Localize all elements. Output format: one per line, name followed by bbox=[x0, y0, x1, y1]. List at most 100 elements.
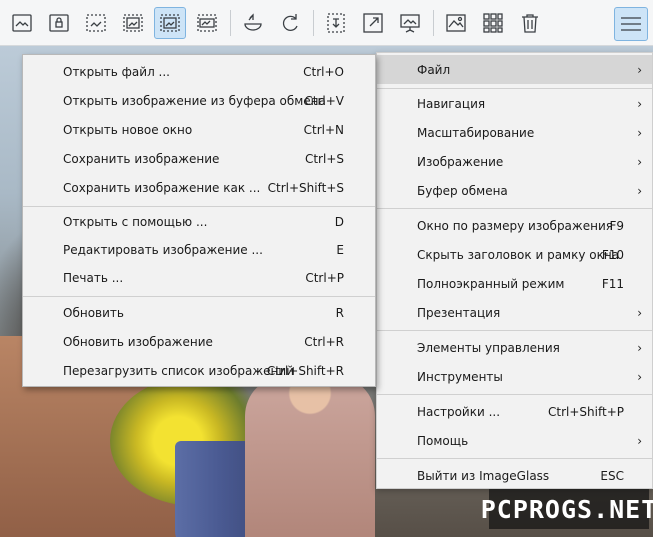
chevron-right-icon: › bbox=[637, 340, 642, 355]
menu-item-reload-image[interactable]: Обновить изображение Ctrl+R bbox=[23, 327, 375, 356]
menu-item-save[interactable]: Сохранить изображение Ctrl+S bbox=[23, 144, 375, 173]
slideshow-icon bbox=[400, 13, 420, 33]
lock-zoom-icon bbox=[49, 13, 69, 32]
checkerboard-icon bbox=[327, 12, 345, 33]
menu-item-exit[interactable]: Выйти из ImageGlass ESC bbox=[377, 461, 652, 490]
menu-item-image[interactable]: Изображение › bbox=[377, 147, 652, 176]
rotate-left-button[interactable] bbox=[237, 7, 269, 39]
menu-item-label: Обновить bbox=[63, 305, 124, 320]
auto-zoom-icon bbox=[86, 13, 106, 32]
slideshow-button[interactable] bbox=[394, 7, 426, 39]
menu-item-zoom[interactable]: Масштабирование › bbox=[377, 118, 652, 147]
menu-item-open-with[interactable]: Открыть с помощью ... D bbox=[23, 207, 375, 236]
menu-item-settings[interactable]: Настройки ... Ctrl+Shift+P bbox=[377, 397, 652, 426]
menu-item-label: Масштабирование bbox=[417, 125, 535, 140]
menu-item-shortcut: F10 bbox=[601, 247, 624, 262]
rotate-right-button[interactable] bbox=[274, 7, 306, 39]
menu-item-label: Сохранить изображение bbox=[63, 151, 220, 166]
main-menu-button[interactable] bbox=[614, 7, 648, 41]
menu-item-label: Открыть с помощью ... bbox=[63, 214, 208, 229]
menu-item-reload-list[interactable]: Перезагрузить список изображений Ctrl+Sh… bbox=[23, 356, 375, 385]
menu-item-label: Помощь bbox=[417, 433, 469, 448]
menu-item-label: Открыть файл ... bbox=[63, 64, 170, 79]
menu-item-label: Файл bbox=[417, 62, 451, 77]
thumbnail-icon bbox=[446, 13, 466, 32]
chevron-right-icon: › bbox=[637, 305, 642, 320]
thumbnail-button[interactable] bbox=[440, 7, 472, 39]
menu-item-shortcut: Ctrl+Shift+R bbox=[266, 363, 344, 378]
menu-item-shortcut: Ctrl+S bbox=[304, 151, 344, 166]
hamburger-menu-icon bbox=[621, 17, 641, 31]
toolbar-separator bbox=[313, 9, 314, 36]
chevron-right-icon: › bbox=[637, 369, 642, 384]
menu-item-label: Скрыть заголовок и рамку окна bbox=[417, 247, 620, 262]
auto-zoom-button[interactable] bbox=[80, 7, 112, 39]
menu-item-label: Обновить изображение bbox=[63, 334, 213, 349]
scale-to-width-icon bbox=[123, 13, 143, 32]
lock-zoom-button[interactable] bbox=[43, 7, 75, 39]
menu-item-frameless[interactable]: Скрыть заголовок и рамку окна F10 bbox=[377, 240, 652, 269]
menu-item-shortcut: R bbox=[335, 305, 344, 320]
menu-item-window-fit[interactable]: Окно по размеру изображения F9 bbox=[377, 211, 652, 240]
menu-item-shortcut: Ctrl+N bbox=[303, 122, 344, 137]
menu-item-navigation[interactable]: Навигация › bbox=[377, 89, 652, 118]
menu-item-save-as[interactable]: Сохранить изображение как ... Ctrl+Shift… bbox=[23, 173, 375, 202]
menu-separator bbox=[377, 458, 652, 459]
menu-item-label: Изображение bbox=[417, 154, 504, 169]
menu-item-shortcut: Ctrl+R bbox=[304, 334, 344, 349]
menu-item-shortcut: Ctrl+Shift+P bbox=[548, 404, 624, 419]
scale-to-width-button[interactable] bbox=[117, 7, 149, 39]
gallery-button[interactable] bbox=[477, 7, 509, 39]
scale-to-fill-icon bbox=[197, 13, 217, 32]
fullscreen-icon bbox=[363, 12, 383, 33]
menu-item-shortcut: Ctrl+Shift+S bbox=[267, 180, 344, 195]
delete-button[interactable] bbox=[514, 7, 546, 39]
menu-item-label: Инструменты bbox=[417, 369, 503, 384]
menu-item-new-window[interactable]: Открыть новое окно Ctrl+N bbox=[23, 115, 375, 144]
photo-person bbox=[245, 376, 375, 537]
checkerboard-button[interactable] bbox=[320, 7, 352, 39]
fullscreen-button[interactable] bbox=[357, 7, 389, 39]
menu-item-tools[interactable]: Инструменты › bbox=[377, 362, 652, 391]
chevron-right-icon: › bbox=[637, 96, 642, 111]
scale-to-fill-button[interactable] bbox=[191, 7, 223, 39]
menu-item-label: Редактировать изображение ... bbox=[63, 242, 263, 257]
menu-item-controls[interactable]: Элементы управления › bbox=[377, 333, 652, 362]
menu-item-shortcut: F9 bbox=[609, 218, 624, 233]
toolbar-separator bbox=[230, 9, 231, 36]
menu-item-edit[interactable]: Редактировать изображение ... E bbox=[23, 235, 375, 264]
file-submenu: Открыть файл ... Ctrl+O Открыть изображе… bbox=[22, 54, 376, 387]
menu-item-label: Элементы управления bbox=[417, 340, 560, 355]
menu-item-label: Буфер обмена bbox=[417, 183, 508, 198]
menu-item-label: Настройки ... bbox=[417, 404, 501, 419]
chevron-right-icon: › bbox=[637, 154, 642, 169]
scale-to-height-button[interactable] bbox=[154, 6, 186, 39]
chevron-right-icon: › bbox=[637, 62, 642, 77]
rotate-left-icon bbox=[244, 12, 262, 31]
menu-item-label: Сохранить изображение как ... bbox=[63, 180, 261, 195]
toolbar-separator bbox=[433, 9, 434, 36]
menu-item-label: Перезагрузить список изображений bbox=[63, 363, 294, 378]
menu-item-clipboard[interactable]: Буфер обмена › bbox=[377, 176, 652, 205]
menu-item-shortcut: ESC bbox=[600, 468, 624, 483]
menu-item-fullscreen[interactable]: Полноэкранный режим F11 bbox=[377, 269, 652, 298]
menu-separator bbox=[377, 208, 652, 209]
menu-item-slideshow[interactable]: Презентация › bbox=[377, 298, 652, 327]
menu-item-shortcut: Ctrl+V bbox=[304, 93, 344, 108]
scale-to-height-icon bbox=[160, 13, 180, 32]
menu-item-refresh[interactable]: Обновить R bbox=[23, 298, 375, 327]
menu-item-label: Навигация bbox=[417, 96, 486, 111]
menu-item-shortcut: Ctrl+P bbox=[305, 270, 344, 285]
menu-item-file[interactable]: Файл › bbox=[377, 55, 652, 84]
menu-item-label: Открыть новое окно bbox=[63, 122, 193, 137]
menu-item-open-file[interactable]: Открыть файл ... Ctrl+O bbox=[23, 57, 375, 86]
menu-item-help[interactable]: Помощь › bbox=[377, 426, 652, 455]
toolbar bbox=[0, 0, 653, 46]
watermark: PCPROGS.NET bbox=[481, 489, 653, 529]
rotate-right-icon bbox=[282, 13, 298, 31]
menu-item-label: Выйти из ImageGlass bbox=[417, 468, 550, 483]
menu-separator bbox=[377, 330, 652, 331]
view-fit-button[interactable] bbox=[6, 7, 38, 39]
menu-item-open-clipboard[interactable]: Открыть изображение из буфера обмена Ctr… bbox=[23, 86, 375, 115]
menu-item-print[interactable]: Печать ... Ctrl+P bbox=[23, 263, 375, 292]
